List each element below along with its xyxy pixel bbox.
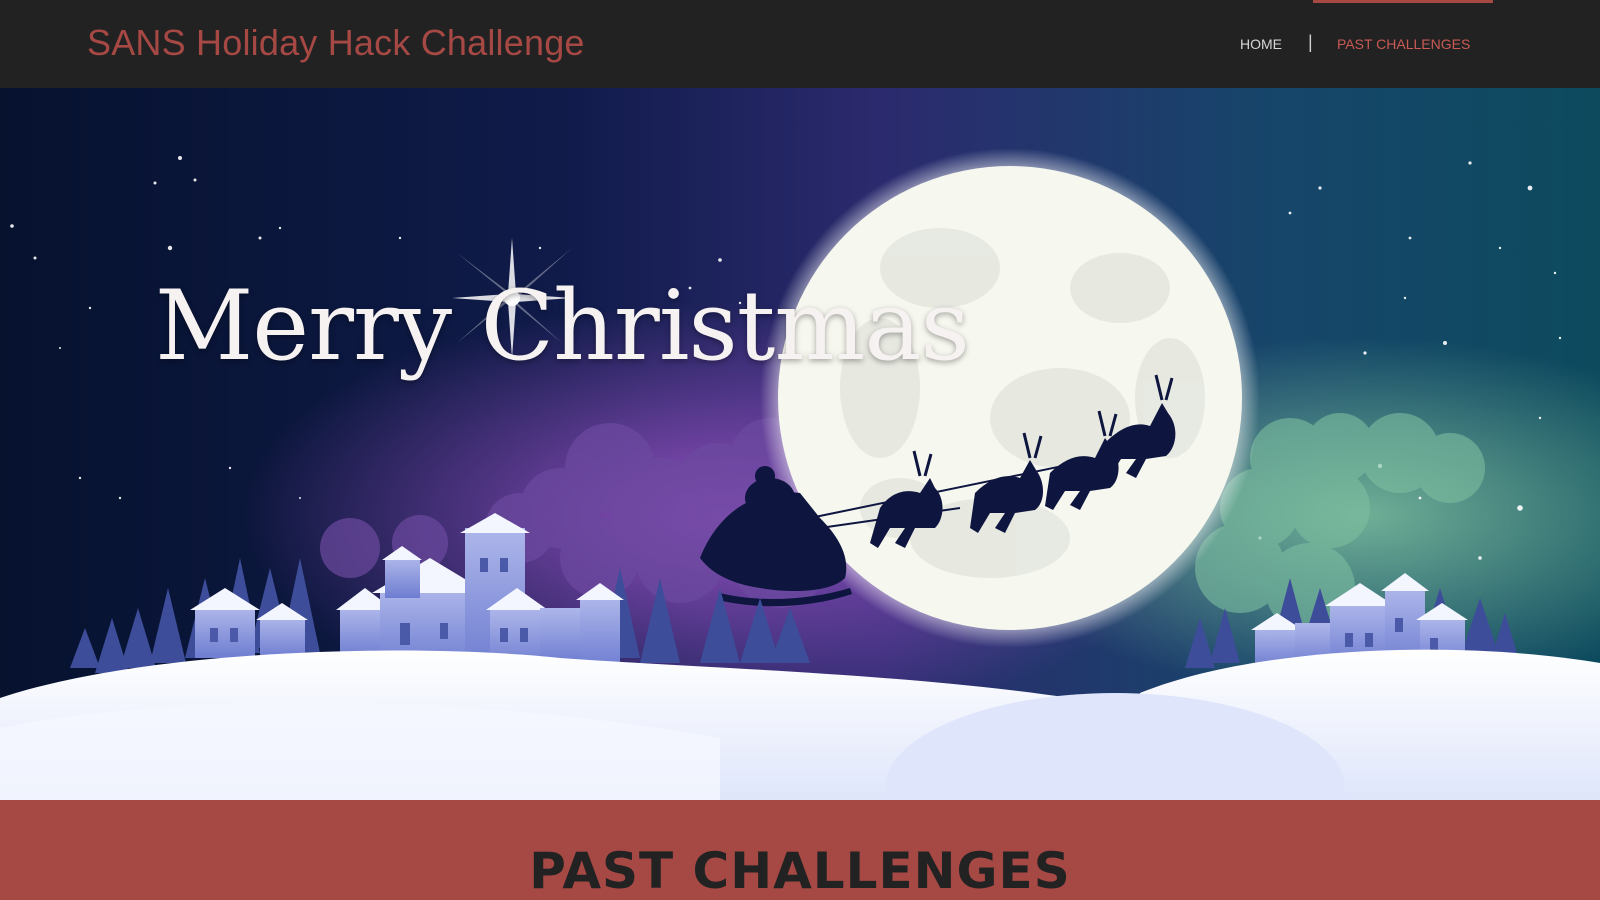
nav-home-link[interactable]: HOME xyxy=(1240,36,1282,52)
section-title: PAST CHALLENGES xyxy=(529,842,1071,900)
nav-past-challenges-link[interactable]: PAST CHALLENGES xyxy=(1337,36,1470,52)
top-navbar: SANS Holiday Hack Challenge HOME | PAST … xyxy=(0,0,1600,88)
nav-active-indicator xyxy=(1313,0,1493,3)
nav-separator: | xyxy=(1308,32,1313,52)
merry-christmas-heading: Merry Christmas xyxy=(155,270,970,382)
main-nav: HOME | PAST CHALLENGES xyxy=(1180,0,1600,88)
past-challenges-section: PAST CHALLENGES xyxy=(0,800,1600,900)
hero-banner: Merry Christmas xyxy=(0,88,1600,800)
site-title-link[interactable]: SANS Holiday Hack Challenge xyxy=(87,22,585,64)
christmas-scene-illustration xyxy=(0,88,1600,800)
